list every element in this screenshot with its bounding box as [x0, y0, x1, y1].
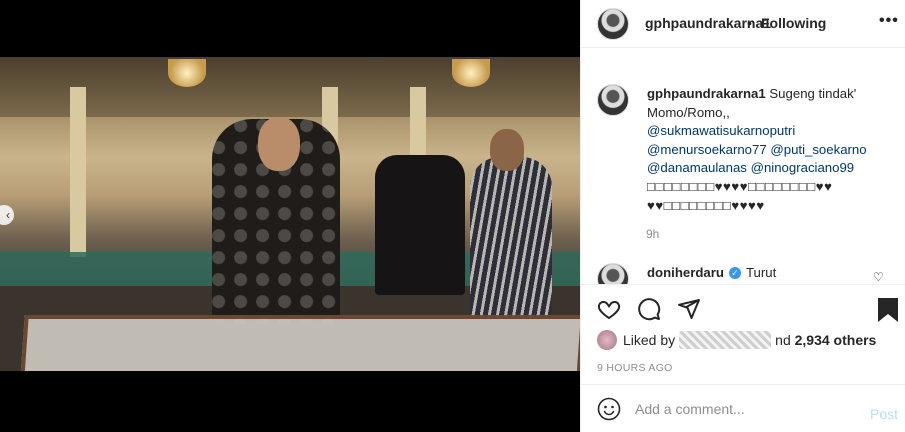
caption-mention[interactable]: @sukmawatisukarnoputri — [647, 122, 887, 141]
photo-coffin — [19, 315, 580, 371]
photo-person-head — [490, 129, 524, 171]
save-bookmark-icon[interactable] — [877, 297, 899, 323]
photo-ceiling — [0, 57, 580, 117]
comment-icon[interactable] — [637, 297, 661, 321]
likes-summary[interactable]: Liked by nd 2,934 others — [597, 330, 876, 350]
redacted-username — [679, 331, 772, 349]
caption-mention[interactable]: @danamaulanas @ninograciano99 — [647, 159, 887, 178]
post-comment-button[interactable]: Post — [870, 406, 898, 422]
caption-emoji-line: ♥♥□□□□□□□□♥♥♥♥ — [647, 197, 765, 213]
liker-avatar[interactable] — [597, 330, 617, 350]
photo-pillar — [70, 87, 86, 257]
comment-like-icon[interactable]: ♡ — [873, 270, 884, 284]
comment-avatar[interactable] — [597, 263, 629, 284]
comment-item: doniherdaru ✓ Turut — [647, 265, 776, 280]
caption-avatar[interactable] — [597, 84, 629, 116]
verified-badge-icon: ✓ — [728, 266, 741, 279]
photo-background-people — [375, 155, 465, 295]
share-icon[interactable] — [677, 297, 701, 321]
post-caption: gphpaundrakarna1 Sugeng tindak' Momo/Rom… — [647, 85, 887, 215]
action-bar — [581, 284, 905, 332]
avatar[interactable] — [597, 8, 629, 40]
likes-suffix: nd — [775, 332, 791, 348]
post-photo[interactable] — [0, 57, 580, 371]
comment-input[interactable] — [635, 399, 855, 419]
caption-username[interactable]: gphpaundrakarna1 — [647, 86, 766, 101]
post-username[interactable]: gphpaundrakarna1 — [645, 15, 771, 31]
likes-prefix: Liked by — [623, 332, 676, 348]
photo-chandelier — [452, 59, 490, 87]
photo-person-head — [258, 117, 300, 171]
photo-person-striped — [470, 157, 552, 317]
chevron-left-icon: ‹ — [6, 208, 10, 222]
add-comment-bar: Post — [581, 384, 905, 432]
post-timestamp[interactable]: 9 HOURS AGO — [597, 362, 673, 374]
emoji-smile-icon[interactable] — [597, 397, 621, 421]
caption-emoji-line: □□□□□□□□♥♥♥♥□□□□□□□□♥♥ — [647, 178, 833, 194]
comments-section[interactable]: gphpaundrakarna1 Sugeng tindak' Momo/Rom… — [581, 70, 905, 284]
comment-username[interactable]: doniherdaru — [647, 265, 724, 280]
heart-icon[interactable] — [597, 297, 621, 321]
following-button[interactable]: Following — [761, 15, 826, 31]
likes-count[interactable]: 2,934 others — [795, 332, 877, 348]
post-header: gphpaundrakarna1 • Following ••• — [581, 0, 905, 48]
comment-text: Turut — [745, 265, 777, 280]
more-options-icon[interactable]: ••• — [879, 12, 899, 30]
post-media-area: ‹ — [0, 0, 580, 432]
caption-mention[interactable]: @menursoekarno77 @puti_soekarno — [647, 141, 887, 160]
photo-chandelier — [168, 59, 206, 87]
caption-time[interactable]: 9h — [646, 227, 659, 241]
separator-bullet: • — [747, 15, 752, 31]
post-side-panel: gphpaundrakarna1 • Following ••• gphpaun… — [580, 0, 905, 432]
